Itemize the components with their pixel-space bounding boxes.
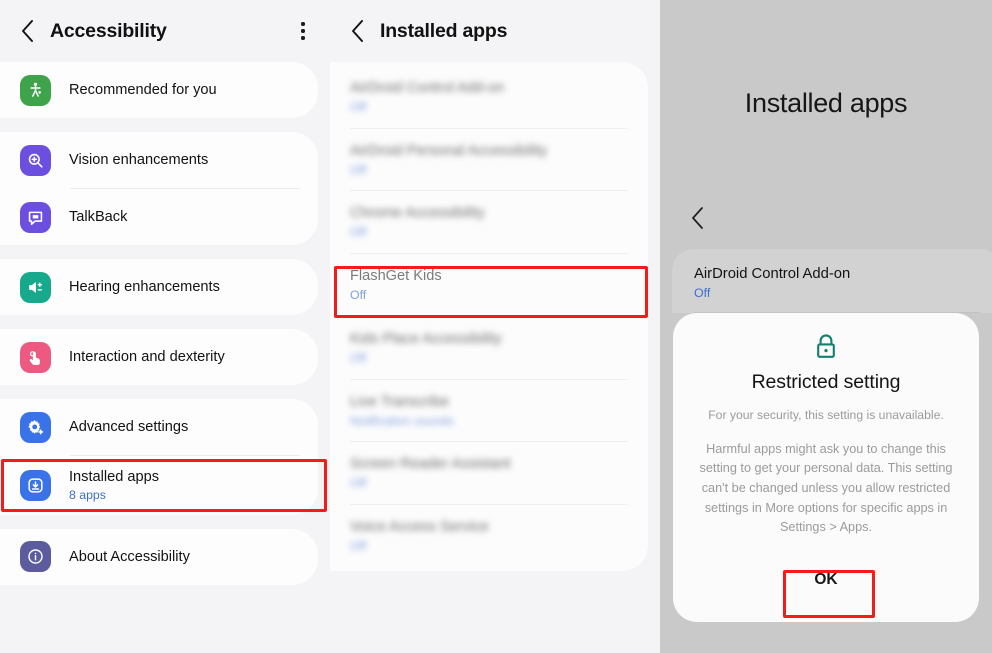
kebab-menu-icon[interactable] [290,18,316,44]
app-state: Off [350,539,367,553]
list-item[interactable]: Live Transcribe Notification sounds [330,380,648,442]
sidebar-item-label: Installed apps [69,469,160,485]
speech-bubble-icon [20,201,51,233]
settings-group: Recommended for you [0,62,318,118]
screenshot-root: Accessibility Recommended for you Vision… [0,0,992,653]
magnifier-plus-icon [20,144,51,176]
apps-list-card: AirDroid Control Add-on Off AirDroid Per… [330,62,648,571]
list-item[interactable]: AirDroid Control Add-on Off [330,66,648,128]
chevron-left-icon[interactable] [684,205,710,231]
settings-group: Vision enhancements TalkBack [0,132,318,245]
accessibility-person-icon [20,74,51,106]
app-state: Off [350,350,367,365]
dialog-actions: OK [695,558,957,602]
list-item[interactable]: Kids Place Accessibility Off [330,317,648,379]
row-text: Hearing enhancements [69,278,220,296]
dialog-body-secondary: Harmful apps might ask you to change thi… [699,441,953,535]
row-text: Installed apps 8 apps [69,468,159,503]
accessibility-settings-panel: Accessibility Recommended for you Vision… [0,0,330,653]
app-name: Kids Place Accessibility [350,330,502,347]
app-name: Live Transcribe [350,393,449,410]
app-state: Off [350,99,367,114]
app-state: Off [350,288,367,303]
speaker-volume-icon [20,271,51,303]
app-state: Off [350,162,367,177]
chevron-left-icon[interactable] [344,18,370,44]
row-text: Vision enhancements [69,151,208,169]
row-text: TalkBack [69,208,127,226]
row-text: About Accessibility [69,548,190,566]
sidebar-item-installed-apps[interactable]: Installed apps 8 apps [0,456,318,515]
row-text: Advanced settings [69,418,188,436]
app-state: Off [350,476,367,491]
app-name: Voice Access Service [350,519,489,536]
sidebar-item-label: Recommended for you [69,81,217,98]
list-item[interactable]: Screen Reader Assistant Off [330,442,648,504]
list-item[interactable]: Voice Access Service Off [330,505,648,567]
app-name: FlashGet Kids [350,268,442,285]
download-box-icon [20,469,51,501]
restricted-setting-dialog: Restricted setting For your security, th… [673,313,979,623]
row-text: Interaction and dexterity [69,348,225,366]
settings-group: Advanced settings Installed apps 8 apps [0,399,318,515]
sidebar-item-label: TalkBack [69,208,128,225]
lock-icon [695,333,957,361]
sidebar-item-hearing-enhancements[interactable]: Hearing enhancements [0,259,318,315]
installed-apps-header: Installed apps [330,0,660,62]
app-state: Off [694,286,711,301]
list-item-airdroid-control-addon[interactable]: AirDroid Control Add-on Off [672,263,992,312]
app-name: Screen Reader Assistant [350,456,511,473]
sidebar-item-about-accessibility[interactable]: About Accessibility [0,529,318,585]
sidebar-item-label: Hearing enhancements [69,278,220,295]
app-name: AirDroid Control Add-on [350,80,505,96]
app-state: Notification sounds [350,413,454,428]
page-title: Installed apps [744,88,908,118]
chevron-left-icon[interactable] [14,18,40,44]
page-title: Accessibility [50,19,167,42]
dialog-body-primary: For your security, this setting is unava… [708,408,944,422]
list-item[interactable]: AirDroid Personal Accessibility Off [330,129,648,191]
restricted-setting-dialog-panel: Installed apps AirDroid Control Add-on O… [660,0,992,653]
sidebar-item-label: Advanced settings [69,418,189,435]
sidebar-item-vision-enhancements[interactable]: Vision enhancements [0,132,318,188]
info-circle-icon [20,541,51,573]
sidebar-item-sublabel: 8 apps [69,488,106,503]
row-text: Recommended for you [69,81,217,99]
sidebar-item-interaction-dexterity[interactable]: Interaction and dexterity [0,329,318,385]
settings-group: Interaction and dexterity [0,329,318,385]
sidebar-item-recommended[interactable]: Recommended for you [0,62,318,118]
sidebar-item-label: About Accessibility [69,548,190,565]
ok-button[interactable]: OK [782,558,869,602]
apps-list-card: AirDroid Control Add-on Off [672,249,992,314]
sidebar-item-advanced-settings[interactable]: Advanced settings [0,399,318,455]
sidebar-item-talkback[interactable]: TalkBack [0,189,318,245]
settings-group: Hearing enhancements [0,259,318,315]
page-title: Installed apps [380,19,508,42]
installed-apps-list-panel: Installed apps AirDroid Control Add-on O… [330,0,660,653]
list-item-flashget-kids[interactable]: FlashGet Kids Off [330,254,648,316]
settings-group: About Accessibility [0,528,318,585]
list-item[interactable]: Chrome Accessibility Off [330,191,648,253]
app-state: Off [350,225,367,240]
accessibility-header: Accessibility [0,0,330,62]
app-name: Chrome Accessibility [350,205,485,222]
gear-plus-icon [20,411,51,443]
sidebar-item-label: Interaction and dexterity [69,348,225,365]
hand-tap-icon [20,341,51,373]
sidebar-item-label: Vision enhancements [69,151,209,168]
app-name: AirDroid Personal Accessibility [350,142,548,159]
dialog-title: Restricted setting [751,371,901,393]
app-name: AirDroid Control Add-on [694,266,851,282]
